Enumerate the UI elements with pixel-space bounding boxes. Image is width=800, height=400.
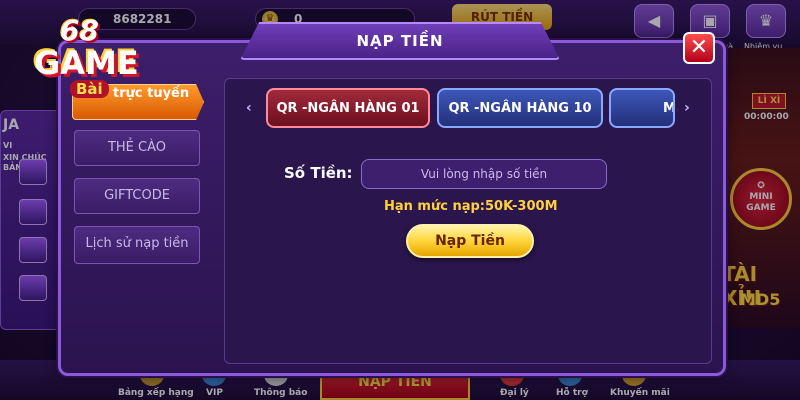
bank-tab-01[interactable]: QR -NGÂN HÀNG 01 [266, 88, 430, 128]
chevron-right-icon[interactable]: › [684, 100, 690, 116]
close-icon[interactable]: ✕ [683, 32, 715, 64]
tab-card[interactable]: THẺ CÀO [74, 130, 200, 166]
amount-label: Số Tiền: [284, 164, 353, 182]
logo-68: 68 [60, 14, 99, 47]
tab-deposit-history[interactable]: Lịch sử nạp tiền [74, 226, 200, 264]
deposit-submit-button[interactable]: Nạp Tiền [406, 224, 534, 258]
tab-giftcode[interactable]: GIFTCODE [74, 178, 200, 214]
game-logo: 68 GAME Bài [14, 0, 154, 100]
logo-bai: Bài [70, 80, 109, 98]
deposit-limit-text: Hạn mức nạp:50K-300M [384, 199, 558, 214]
amount-input[interactable] [361, 159, 607, 189]
bank-tab-10[interactable]: QR -NGÂN HÀNG 10 [437, 88, 603, 128]
logo-game: GAME [34, 44, 139, 82]
modal-header: NẠP TIỀN [240, 22, 560, 60]
modal-title: NẠP TIỀN [356, 32, 444, 50]
bank-tab-partial[interactable]: M [609, 88, 675, 128]
chevron-left-icon[interactable]: ‹ [246, 100, 252, 116]
